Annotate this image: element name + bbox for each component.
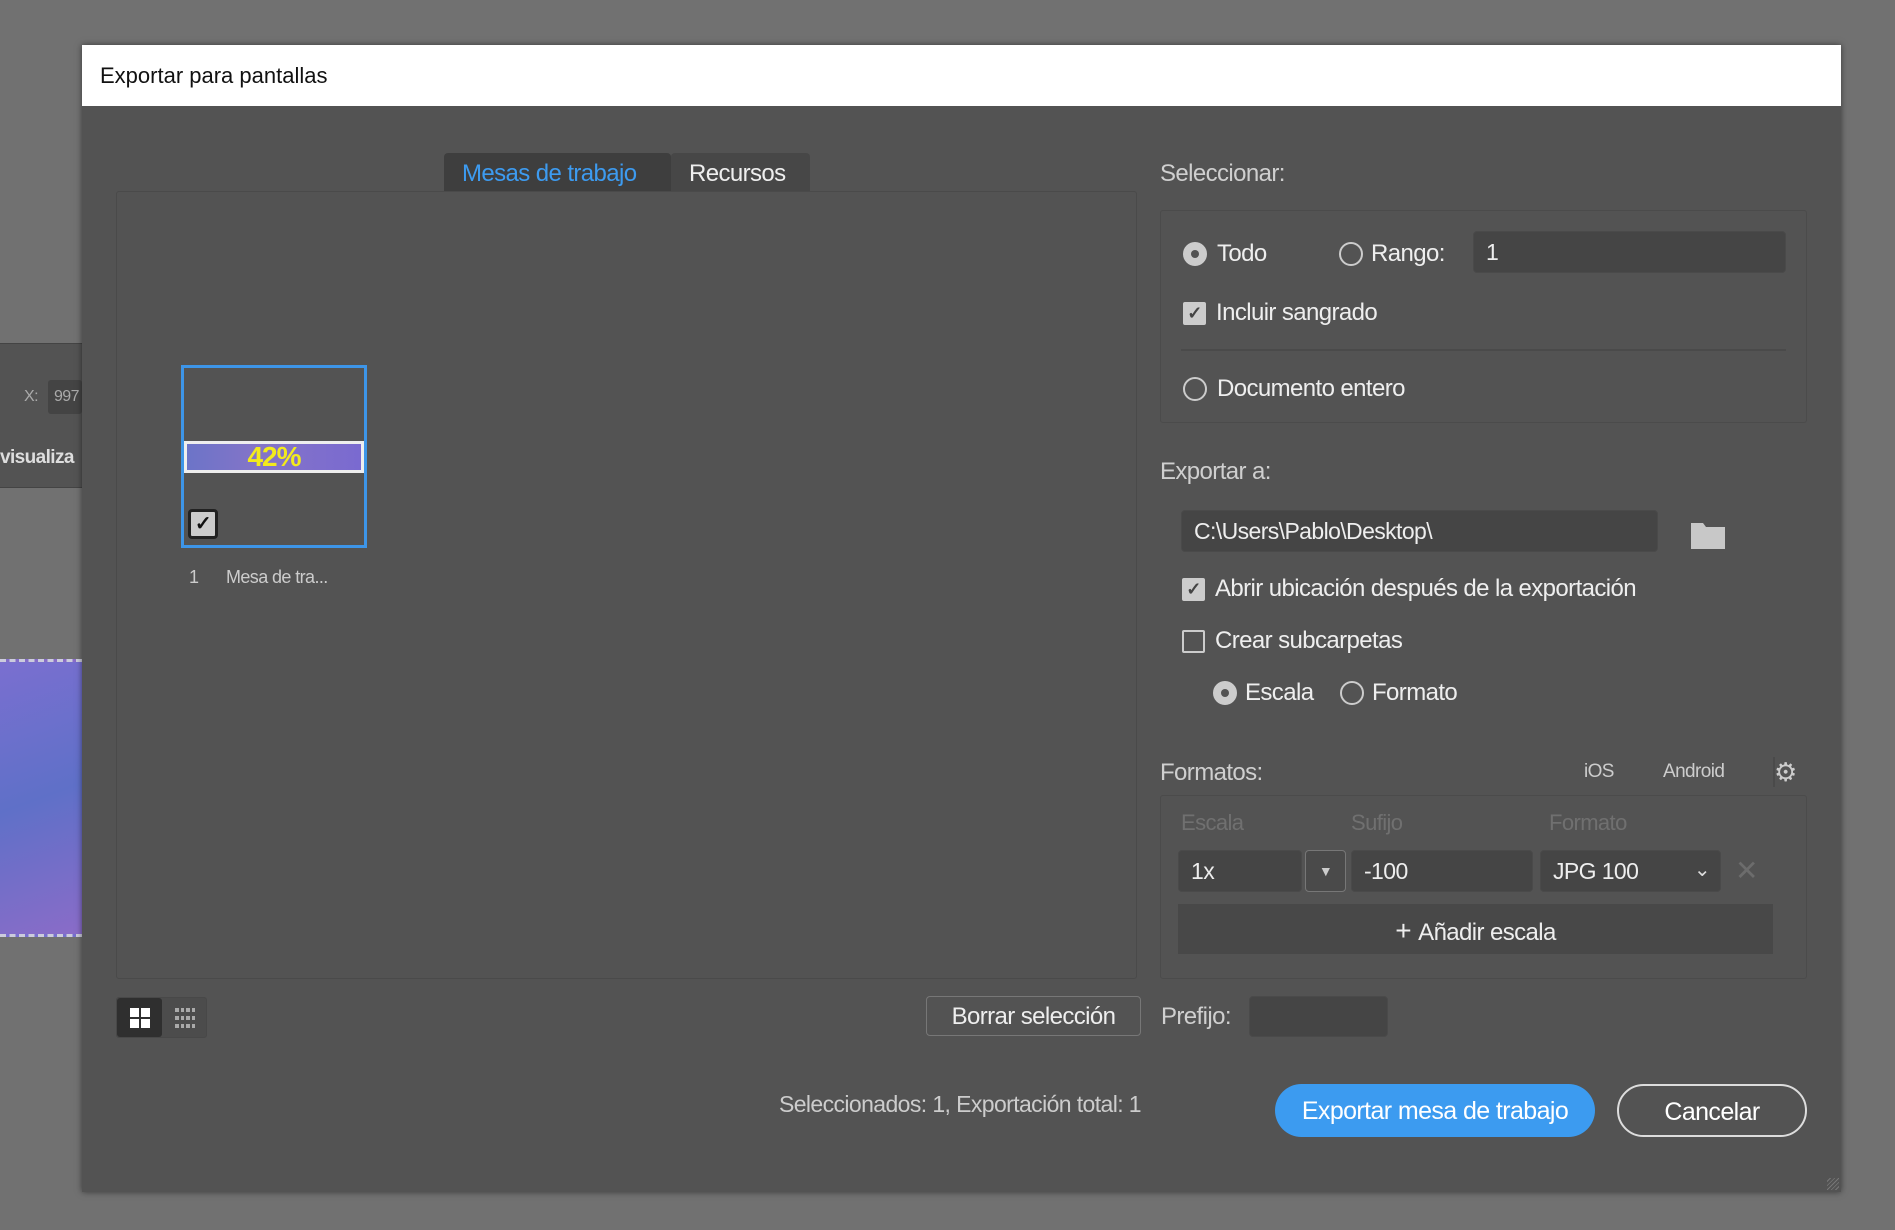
radio-range-icon[interactable] xyxy=(1339,242,1363,266)
bg-x-input: 997 xyxy=(48,380,82,414)
col-scale: Escala xyxy=(1181,810,1244,835)
format-select[interactable]: JPG 100 ⌄ xyxy=(1540,850,1721,892)
check-icon[interactable]: ✓ xyxy=(1182,577,1205,601)
export-artboard-button[interactable]: Exportar mesa de trabajo xyxy=(1275,1084,1595,1137)
artboard-name: Mesa de tra... xyxy=(226,567,328,587)
formats-box: Escala Sufijo Formato 1x ▼ -100 JPG 100 … xyxy=(1160,795,1807,979)
artboard-thumbnail[interactable]: 42% ✓ xyxy=(181,365,367,548)
suffix-input[interactable]: -100 xyxy=(1351,850,1533,892)
scale-input[interactable]: 1x xyxy=(1178,850,1302,892)
view-toggle xyxy=(116,997,207,1038)
artboard-panel: 42% ✓ 1 Mesa de tra... xyxy=(116,191,1137,979)
open-location-label: Abrir ubicación después de la exportació… xyxy=(1215,575,1637,602)
radio-scale-label: Escala xyxy=(1245,679,1314,706)
prefix-input[interactable] xyxy=(1249,996,1388,1037)
radio-scale[interactable]: Escala xyxy=(1213,679,1314,707)
radio-format-icon[interactable] xyxy=(1340,681,1364,705)
open-location-checkbox[interactable]: ✓ Abrir ubicación después de la exportac… xyxy=(1182,575,1637,603)
resize-grip[interactable] xyxy=(1827,1178,1839,1190)
export-path-input[interactable]: C:\Users\Pablo\Desktop\ xyxy=(1181,510,1658,552)
radio-whole-document-icon[interactable] xyxy=(1183,377,1207,401)
radio-format-label: Formato xyxy=(1372,679,1458,706)
radio-whole-document[interactable]: Documento entero xyxy=(1183,375,1405,403)
android-preset[interactable]: Android xyxy=(1663,761,1725,783)
prefix-label: Prefijo: xyxy=(1161,1003,1232,1030)
artboard-preview: 42% xyxy=(184,441,364,473)
include-bleed-checkbox[interactable]: ✓ Incluir sangrado xyxy=(1183,299,1378,327)
bg-artboard xyxy=(0,659,82,937)
formats-heading: Formatos: xyxy=(1160,759,1263,786)
bg-x-label: X: xyxy=(24,388,39,405)
gear-icon[interactable]: ⚙ xyxy=(1774,757,1797,788)
radio-scale-icon[interactable] xyxy=(1213,681,1237,705)
cancel-button[interactable]: Cancelar xyxy=(1617,1084,1807,1137)
remove-scale-icon[interactable]: ✕ xyxy=(1735,854,1758,887)
radio-all-label: Todo xyxy=(1217,240,1267,267)
scale-dropdown-icon[interactable]: ▼ xyxy=(1305,850,1346,892)
radio-all[interactable]: Todo xyxy=(1183,240,1267,268)
create-subfolders-checkbox[interactable]: Crear subcarpetas xyxy=(1182,627,1403,655)
list-view-icon[interactable] xyxy=(162,998,207,1037)
artboard-checkbox[interactable]: ✓ xyxy=(188,509,218,539)
tab-artboards[interactable]: Mesas de trabajo xyxy=(444,153,671,191)
include-bleed-label: Incluir sangrado xyxy=(1216,299,1378,326)
create-subfolders-label: Crear subcarpetas xyxy=(1215,627,1403,654)
dialog-title: Exportar para pantallas xyxy=(82,45,1841,106)
tab-assets[interactable]: Recursos xyxy=(671,153,810,191)
select-heading: Seleccionar: xyxy=(1160,160,1285,187)
add-scale-button[interactable]: + Añadir escala xyxy=(1178,904,1773,954)
checkbox-icon[interactable] xyxy=(1182,629,1205,653)
col-suffix: Sufijo xyxy=(1351,810,1403,835)
export-for-screens-dialog: Exportar para pantallas Mesas de trabajo… xyxy=(82,45,1841,1192)
range-input[interactable]: 1 xyxy=(1473,231,1786,273)
col-format: Formato xyxy=(1549,810,1627,835)
divider xyxy=(1181,349,1786,351)
radio-range[interactable]: Rango: xyxy=(1339,240,1445,268)
ios-preset[interactable]: iOS xyxy=(1584,761,1614,783)
bg-visualiza-label: visualiza xyxy=(0,447,74,468)
grid-view-icon[interactable] xyxy=(117,998,162,1037)
add-scale-label: Añadir escala xyxy=(1418,919,1556,946)
artboard-number: 1 xyxy=(189,567,199,587)
folder-icon[interactable] xyxy=(1691,521,1725,554)
plus-icon: + xyxy=(1395,915,1419,946)
whole-document-label: Documento entero xyxy=(1217,375,1405,402)
chevron-down-icon: ⌄ xyxy=(1693,859,1711,881)
radio-range-label: Rango: xyxy=(1371,240,1445,267)
radio-all-icon[interactable] xyxy=(1183,242,1207,266)
export-to-heading: Exportar a: xyxy=(1160,458,1271,485)
radio-format[interactable]: Formato xyxy=(1340,679,1458,707)
check-icon[interactable]: ✓ xyxy=(1183,301,1206,325)
clear-selection-button[interactable]: Borrar selección xyxy=(926,996,1141,1036)
select-box: Todo Rango: 1 ✓ Incluir sangrado Documen… xyxy=(1160,210,1807,423)
format-value: JPG 100 xyxy=(1553,858,1639,884)
status-text: Seleccionados: 1, Exportación total: 1 xyxy=(778,1091,1142,1117)
